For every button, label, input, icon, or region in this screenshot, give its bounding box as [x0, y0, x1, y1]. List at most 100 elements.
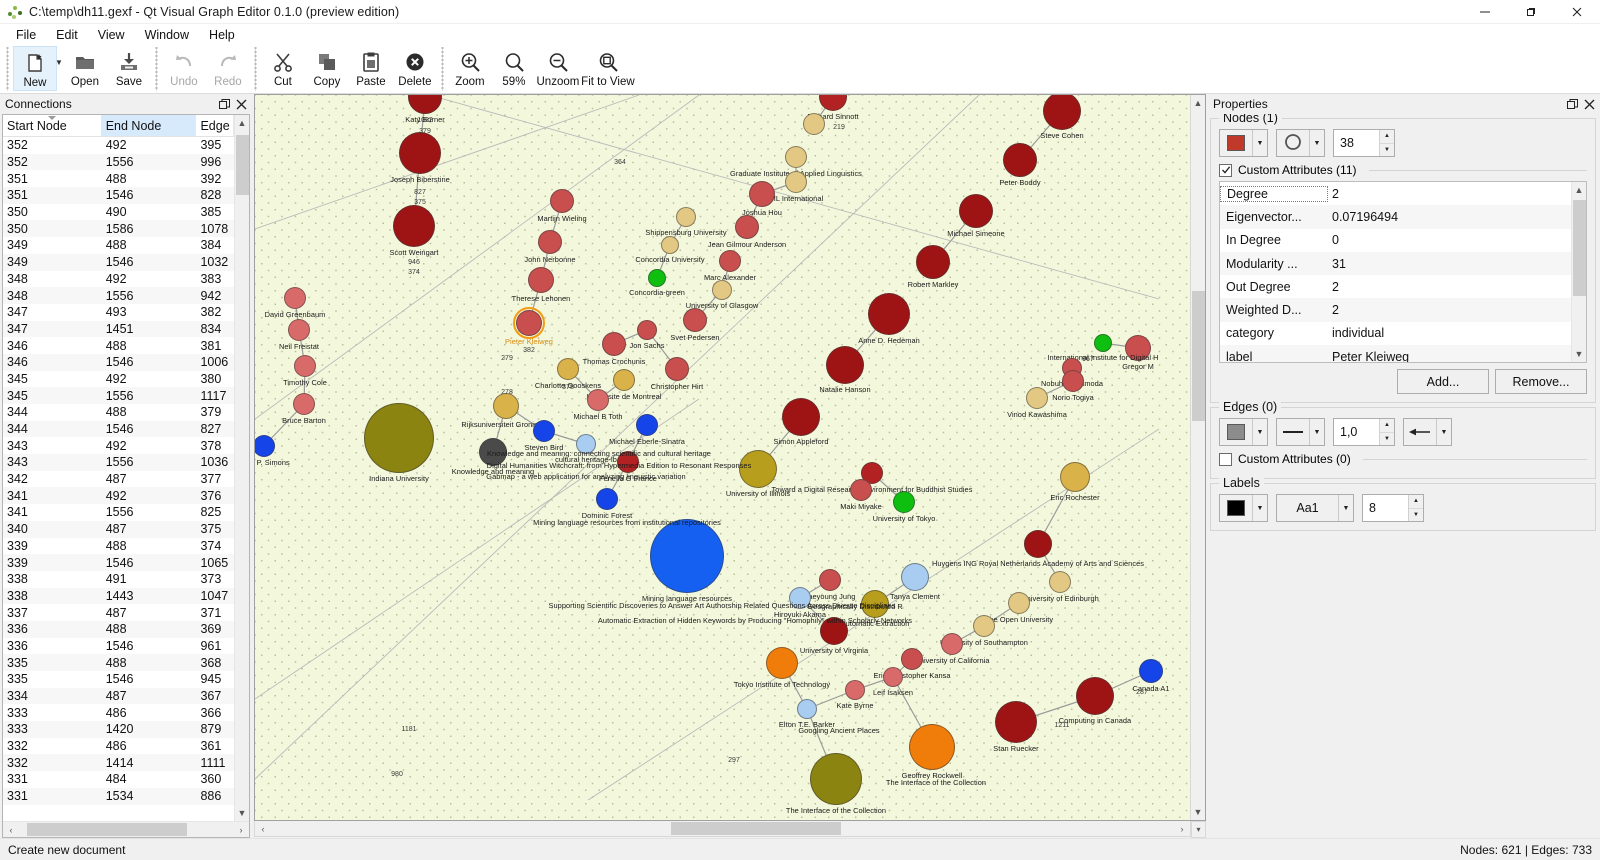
attribute-row[interactable]: Modularity ... 31	[1220, 251, 1571, 276]
graph-node[interactable]	[1094, 334, 1112, 352]
undo-button[interactable]: Undo	[162, 46, 206, 91]
edge-line-style-combo[interactable]: ▼	[1276, 418, 1325, 446]
graph-node[interactable]	[399, 132, 441, 174]
connections-horizontal-scrollbar[interactable]: ‹ ›	[3, 821, 249, 837]
save-button[interactable]: Save	[107, 46, 151, 91]
attribute-value[interactable]: 2	[1328, 280, 1571, 294]
label-font-dropdown-arrow-icon[interactable]: ▼	[1338, 495, 1353, 521]
cut-button[interactable]: Cut	[261, 46, 305, 91]
edge-width-increment-icon[interactable]: ▲	[1380, 419, 1394, 433]
attribute-value[interactable]: 0	[1328, 233, 1571, 247]
canvas-hscroll-track[interactable]	[271, 821, 1174, 837]
connections-hscroll-track[interactable]	[19, 822, 233, 838]
minimize-icon[interactable]	[1462, 0, 1508, 24]
menu-item-help[interactable]: Help	[199, 25, 245, 45]
label-size-decrement-icon[interactable]: ▼	[1409, 508, 1423, 521]
table-row[interactable]: 351 488 392	[3, 170, 234, 187]
attributes-vertical-scrollbar[interactable]: ▲ ▼	[1571, 182, 1586, 362]
attribute-value[interactable]: 2	[1328, 187, 1571, 201]
copy-button[interactable]: Copy	[305, 46, 349, 91]
edge-color-combo[interactable]: ▼	[1219, 418, 1268, 446]
canvas-scroll-corner-icon[interactable]: ▾	[1191, 821, 1206, 838]
node-color-dropdown-arrow-icon[interactable]: ▼	[1252, 130, 1267, 156]
table-row[interactable]: 341 1556 825	[3, 504, 234, 521]
label-size-spinbox[interactable]: 8 ▲ ▼	[1362, 494, 1424, 522]
menu-item-window[interactable]: Window	[135, 25, 199, 45]
canvas-scroll-right-icon[interactable]: ›	[1174, 824, 1190, 834]
connections-scroll-right-icon[interactable]: ›	[233, 825, 249, 835]
connections-hscroll-thumb[interactable]	[27, 822, 187, 836]
attribute-row[interactable]: Out Degree 2	[1220, 275, 1571, 299]
table-row[interactable]: 345 1556 1117	[3, 387, 234, 404]
attribute-row[interactable]: In Degree 0	[1220, 228, 1571, 252]
node-color-combo[interactable]: ▼	[1219, 129, 1268, 157]
attribute-value[interactable]: Peter Kleiweg	[1328, 350, 1571, 362]
graph-node[interactable]	[735, 215, 759, 239]
attributes-scroll-thumb[interactable]	[1572, 200, 1586, 296]
attribute-row[interactable]: Degree 2	[1220, 182, 1571, 206]
graph-node[interactable]	[1139, 659, 1163, 683]
edge-width-stepper[interactable]: ▲ ▼	[1379, 419, 1394, 445]
toolbar-grip-2[interactable]	[152, 47, 160, 91]
graph-node[interactable]	[293, 393, 315, 415]
label-color-dropdown-arrow-icon[interactable]: ▼	[1252, 495, 1267, 521]
edge-width-spinbox[interactable]: 1,0 ▲ ▼	[1333, 418, 1395, 446]
attribute-value[interactable]: individual	[1328, 326, 1571, 340]
graph-node[interactable]	[676, 207, 696, 227]
table-row[interactable]: 350 1586 1078	[3, 220, 234, 238]
table-row[interactable]: 348 492 383	[3, 271, 234, 288]
graph-node[interactable]	[613, 369, 635, 391]
canvas-scroll-up-icon[interactable]: ▲	[1191, 95, 1205, 111]
node-size-value[interactable]: 38	[1334, 130, 1379, 156]
connections-scroll-down-icon[interactable]: ▼	[235, 805, 250, 821]
node-custom-attributes-checkbox[interactable]	[1219, 163, 1232, 177]
column-header-start-node[interactable]: Start Node	[3, 115, 102, 136]
graph-node[interactable]	[493, 393, 519, 419]
connections-close-icon[interactable]	[233, 96, 250, 113]
delete-button[interactable]: Delete	[393, 46, 437, 91]
graph-node[interactable]	[1026, 387, 1048, 409]
node-size-increment-icon[interactable]: ▲	[1380, 130, 1394, 144]
graph-node[interactable]	[1060, 462, 1090, 492]
table-row[interactable]: 335 488 368	[3, 654, 234, 671]
graph-node[interactable]	[719, 250, 741, 272]
graph-node[interactable]	[538, 230, 562, 254]
table-row[interactable]: 344 488 379	[3, 404, 234, 421]
label-color-combo[interactable]: ▼	[1219, 494, 1268, 522]
table-row[interactable]: 334 487 367	[3, 687, 234, 705]
canvas-horizontal-scrollbar[interactable]: ‹ ›	[254, 821, 1191, 837]
attribute-value[interactable]: 31	[1328, 257, 1571, 271]
edge-width-decrement-icon[interactable]: ▼	[1380, 432, 1394, 445]
menu-item-file[interactable]: File	[6, 25, 46, 45]
table-row[interactable]: 332 1414 1111	[3, 754, 234, 772]
node-size-stepper[interactable]: ▲ ▼	[1379, 130, 1394, 156]
unzoom-button[interactable]: Unzoom	[536, 46, 580, 91]
canvas-scroll-down-icon[interactable]: ▼	[1191, 804, 1205, 820]
node-shape-combo[interactable]: ▼	[1276, 129, 1325, 157]
graph-node[interactable]	[650, 519, 724, 593]
table-row[interactable]: 342 487 377	[3, 471, 234, 488]
attribute-value[interactable]: 0.07196494	[1328, 210, 1571, 224]
graph-node[interactable]	[665, 357, 689, 381]
edge-custom-attributes-checkbox[interactable]	[1219, 452, 1232, 466]
graph-node[interactable]	[364, 403, 434, 473]
graph-node[interactable]	[941, 633, 963, 655]
table-row[interactable]: 333 486 366	[3, 704, 234, 721]
canvas-vscroll-track[interactable]	[1191, 111, 1205, 804]
table-row[interactable]: 350 490 385	[3, 204, 234, 221]
graph-node[interactable]	[901, 648, 923, 670]
graph-node[interactable]	[797, 699, 817, 719]
edge-color-dropdown-arrow-icon[interactable]: ▼	[1252, 419, 1267, 445]
attributes-scroll-track[interactable]	[1572, 198, 1587, 346]
edge-line-style-dropdown-arrow-icon[interactable]: ▼	[1309, 419, 1324, 445]
graph-canvas[interactable]: Katy Borner Richard Sinnott Steve Cohen Jos…	[255, 95, 1190, 820]
graph-node[interactable]	[587, 389, 609, 411]
table-row[interactable]: 331 1534 886	[3, 787, 234, 805]
graph-node[interactable]	[602, 332, 626, 356]
graph-node[interactable]	[637, 320, 657, 340]
table-row[interactable]: 336 1546 961	[3, 638, 234, 655]
zoom-level-button[interactable]: 59%	[492, 46, 536, 91]
menu-item-view[interactable]: View	[88, 25, 135, 45]
properties-close-icon[interactable]	[1581, 96, 1598, 113]
attribute-row[interactable]: Eigenvector... 0.07196494	[1220, 205, 1571, 229]
